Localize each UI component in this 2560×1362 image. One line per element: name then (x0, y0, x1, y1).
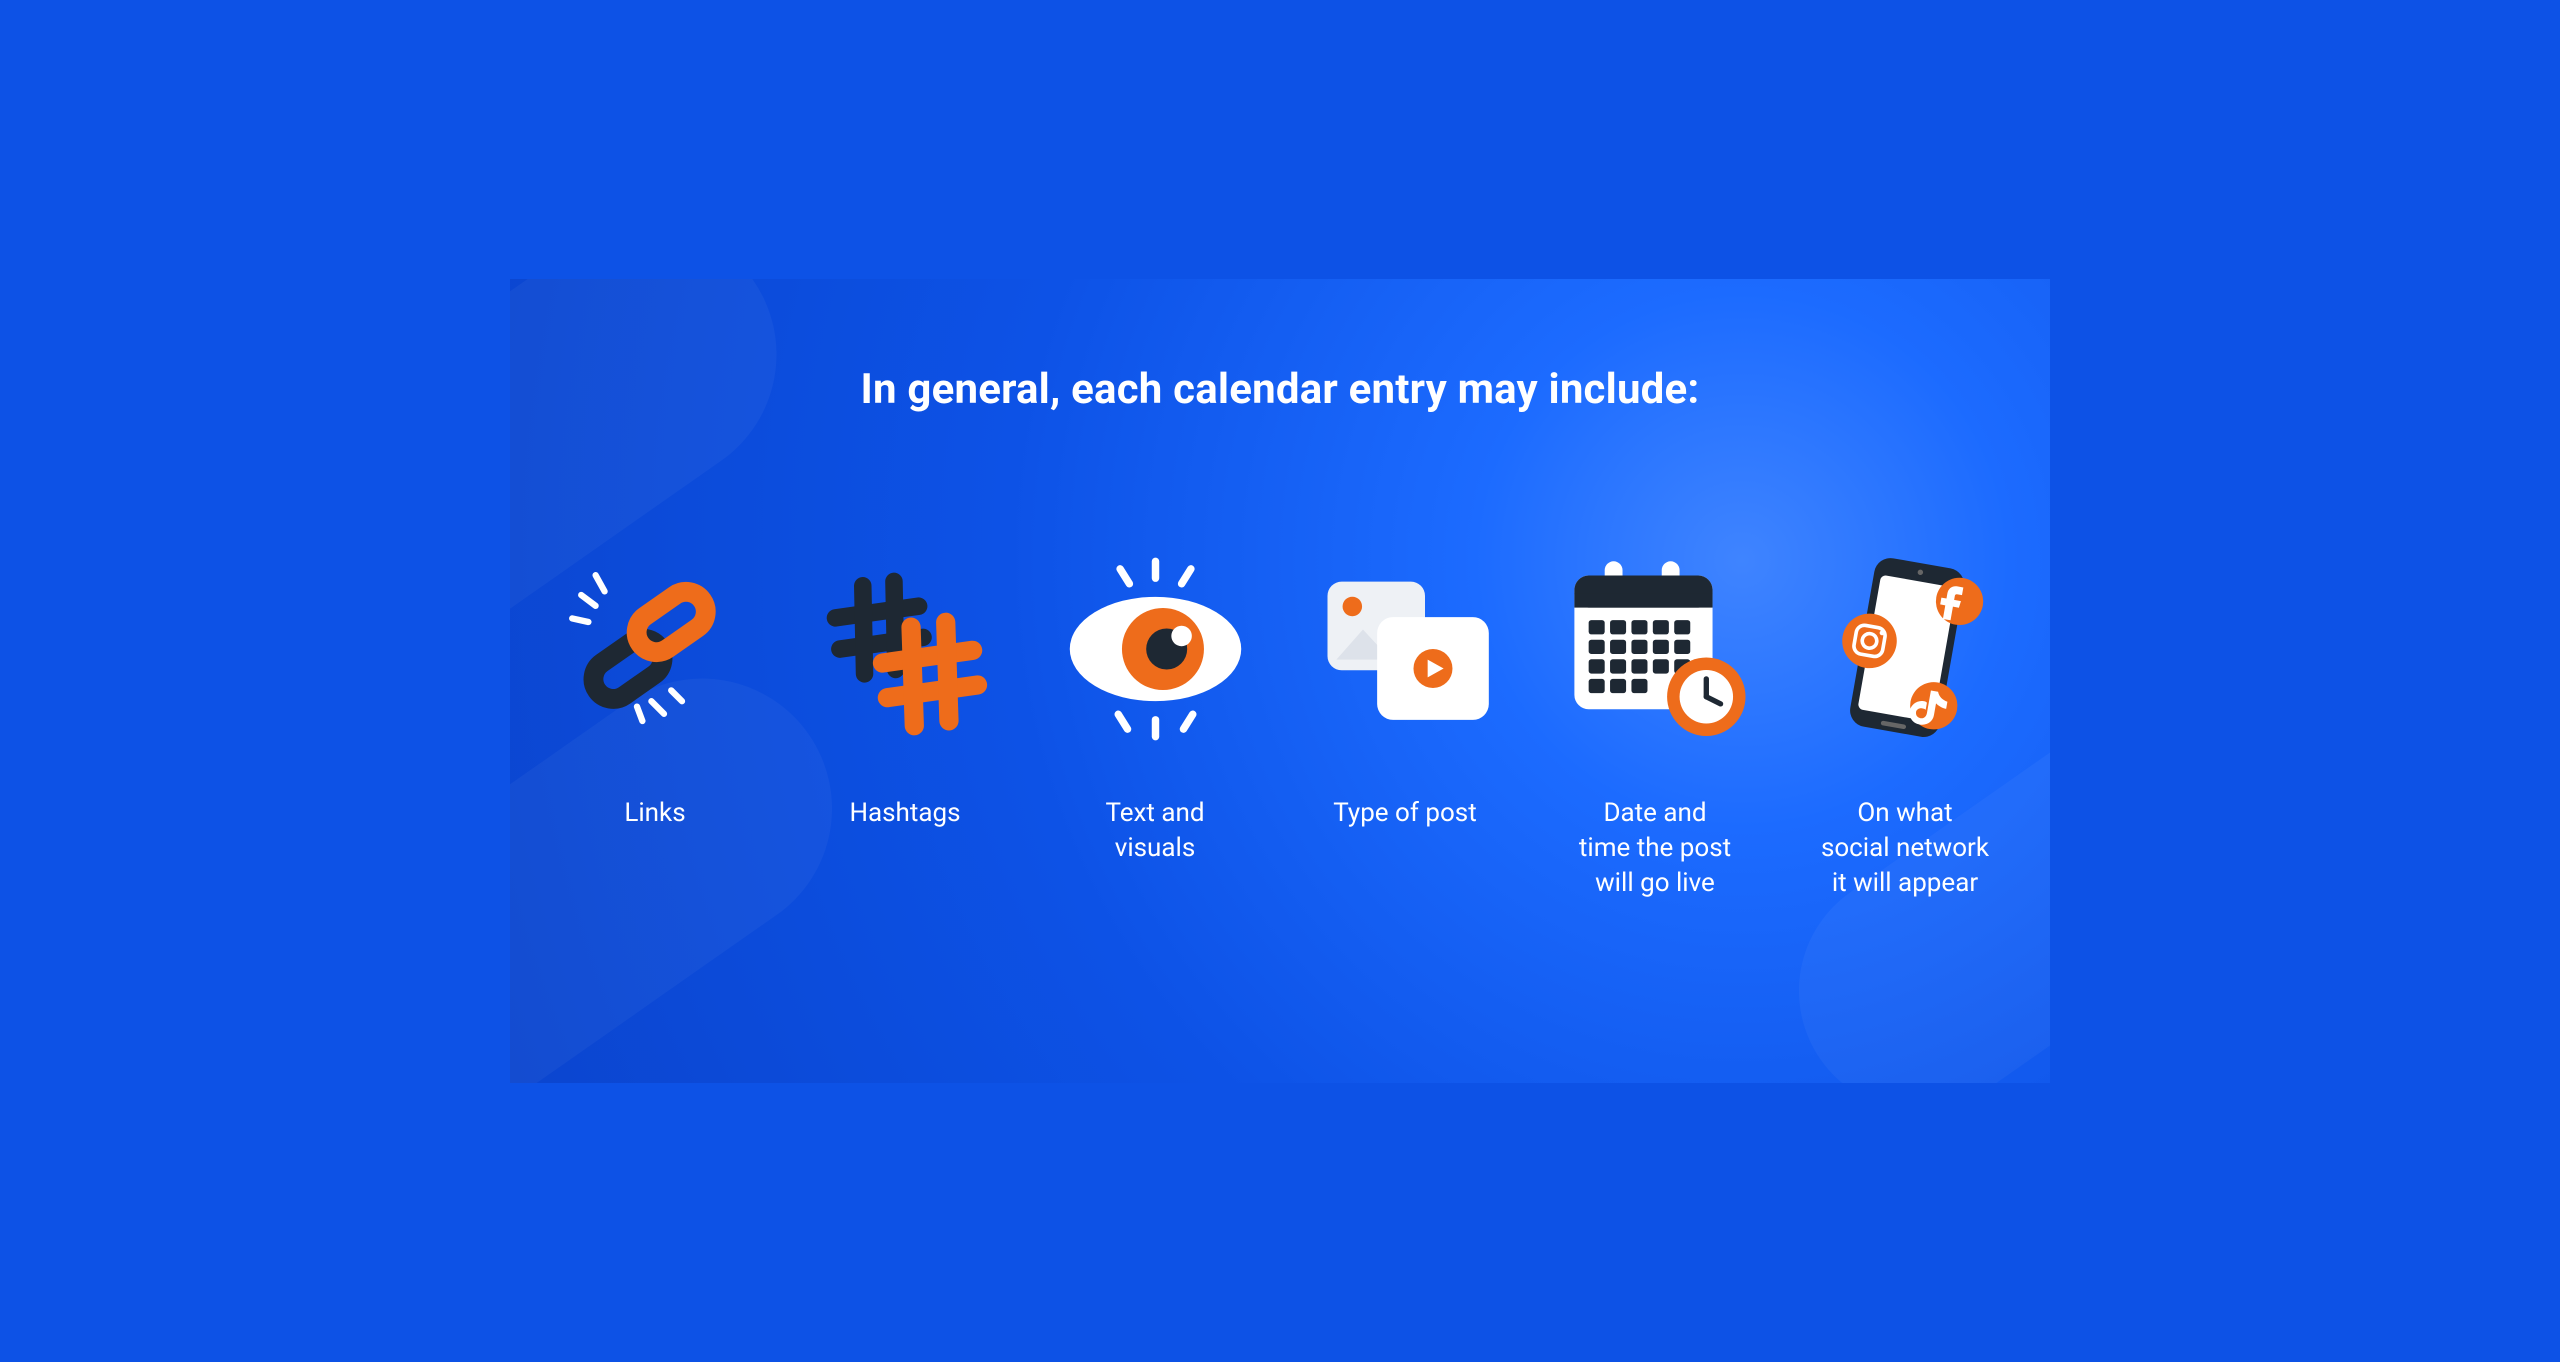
item-visuals: Text and visuals (1040, 544, 1270, 901)
item-label: Type of post (1333, 796, 1476, 831)
hashtags-icon (800, 544, 1010, 754)
item-type: Type of post (1290, 544, 1520, 901)
items-row: Links (540, 544, 2020, 901)
item-datetime: Date and time the post will go live (1540, 544, 1770, 901)
link-icon (550, 544, 760, 754)
item-network: On what social network it will appear (1790, 544, 2020, 901)
slide-title: In general, each calendar entry may incl… (510, 365, 2050, 414)
item-label: Text and visuals (1105, 796, 1204, 866)
item-links: Links (540, 544, 770, 901)
item-label: Date and time the post will go live (1579, 796, 1731, 901)
phone-social-icon (1800, 544, 2010, 754)
item-label: Links (624, 796, 685, 831)
calendar-clock-icon (1550, 544, 1760, 754)
media-icon (1300, 544, 1510, 754)
infographic-slide: In general, each calendar entry may incl… (510, 279, 2050, 1083)
eye-icon (1050, 544, 1260, 754)
item-hashtags: Hashtags (790, 544, 1020, 901)
item-label: On what social network it will appear (1821, 796, 1989, 901)
item-label: Hashtags (849, 796, 960, 831)
